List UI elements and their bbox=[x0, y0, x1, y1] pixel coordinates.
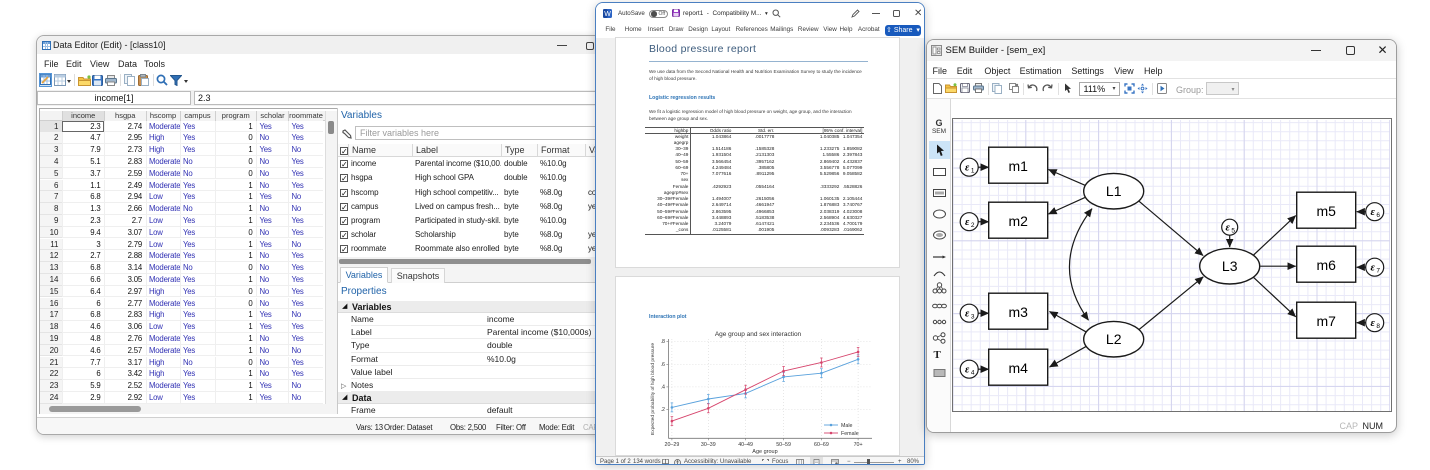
svg-text:ε: ε bbox=[1371, 262, 1376, 273]
svg-text:m5: m5 bbox=[1317, 203, 1337, 219]
svg-text:60–69: 60–69 bbox=[814, 442, 829, 448]
svg-text:L3: L3 bbox=[1222, 258, 1238, 274]
svg-text:30–39: 30–39 bbox=[701, 442, 716, 448]
svg-text:m6: m6 bbox=[1317, 257, 1337, 273]
svg-text:.8: .8 bbox=[661, 339, 665, 345]
svg-text:1: 1 bbox=[971, 167, 975, 174]
svg-text:Male: Male bbox=[841, 423, 853, 429]
svg-text:8: 8 bbox=[1377, 323, 1381, 330]
svg-text:.2: .2 bbox=[661, 407, 665, 413]
svg-text:7: 7 bbox=[1377, 267, 1381, 274]
svg-text:Female: Female bbox=[841, 431, 859, 437]
svg-text:L2: L2 bbox=[1106, 331, 1122, 347]
svg-text:Age group and sex interaction: Age group and sex interaction bbox=[715, 331, 802, 338]
svg-text:ε: ε bbox=[1371, 207, 1376, 218]
svg-text:ε: ε bbox=[965, 364, 970, 375]
svg-text:ε: ε bbox=[1226, 222, 1231, 233]
svg-text:.6: .6 bbox=[661, 362, 665, 368]
svg-text:6: 6 bbox=[1377, 212, 1381, 219]
svg-text:Expected probability of high b: Expected probability of high blood press… bbox=[650, 343, 656, 435]
svg-text:.4: .4 bbox=[661, 385, 665, 391]
svg-text:m2: m2 bbox=[1009, 213, 1029, 229]
svg-text:3: 3 bbox=[971, 313, 975, 320]
svg-text:2: 2 bbox=[971, 222, 975, 229]
svg-text:m7: m7 bbox=[1317, 313, 1337, 329]
svg-text:20–29: 20–29 bbox=[665, 442, 680, 448]
svg-text:70+: 70+ bbox=[854, 442, 863, 448]
svg-text:W: W bbox=[604, 11, 611, 18]
svg-text:50–59: 50–59 bbox=[776, 442, 791, 448]
svg-text:m3: m3 bbox=[1009, 304, 1029, 320]
svg-text:40–49: 40–49 bbox=[738, 442, 753, 448]
svg-text:ε: ε bbox=[965, 217, 970, 228]
svg-text:m1: m1 bbox=[1009, 158, 1029, 174]
svg-text:ε: ε bbox=[965, 308, 970, 319]
svg-text:m4: m4 bbox=[1009, 360, 1029, 376]
svg-text:ε: ε bbox=[1371, 318, 1376, 329]
svg-text:Age group: Age group bbox=[752, 449, 777, 455]
svg-text:L1: L1 bbox=[1106, 183, 1122, 199]
svg-text:5: 5 bbox=[1232, 227, 1236, 234]
svg-text:ε: ε bbox=[965, 162, 970, 173]
svg-text:4: 4 bbox=[971, 369, 975, 376]
